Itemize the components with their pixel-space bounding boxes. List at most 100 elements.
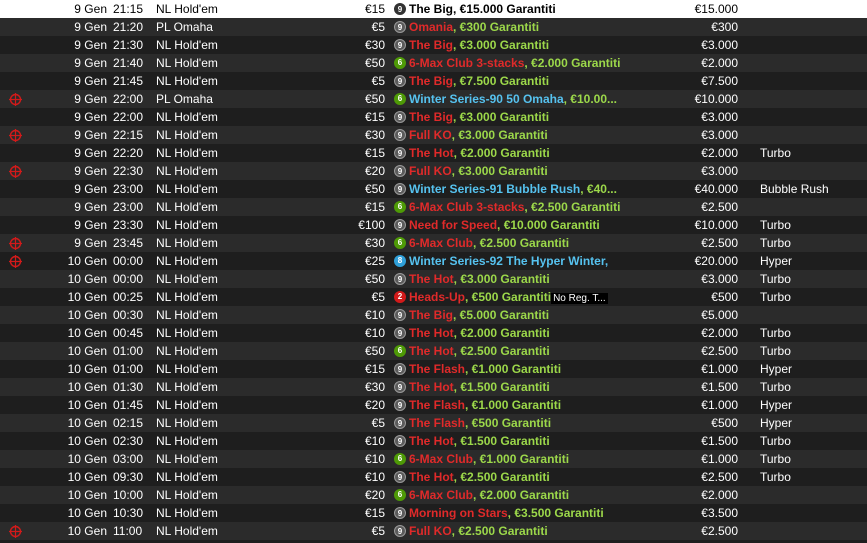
tournament-list: 9 Gen 21:15 NL Hold'em €15 9 The Big, €15.000… [0,0,867,540]
seats-badge-icon: 8 [394,254,406,267]
tournament-guarantee: €1.500 [701,380,738,394]
tournament-row[interactable]: 10 Gen 01:30 NL Hold'em €30 9 The Hot, €1.500… [0,378,867,396]
tournament-row[interactable]: 10 Gen 03:00 NL Hold'em €10 6 6-Max Club, €1.… [0,450,867,468]
crosshair-icon[interactable] [9,129,22,142]
tournament-name-cell: 9 Winter Series-91 Bubble Rush, €40... [394,180,624,198]
tournament-row[interactable]: 10 Gen 09:30 NL Hold'em €10 9 The Hot, €2.500… [0,468,867,486]
tournament-row[interactable]: 10 Gen 02:15 NL Hold'em €5 9 The Flash, €500 … [0,414,867,432]
tournament-row[interactable]: 9 Gen 22:30 NL Hold'em €20 9 Full KO, €3.000 … [0,162,867,180]
tournament-row[interactable]: 10 Gen 00:45 NL Hold'em €10 9 The Hot, €2.000… [0,324,867,342]
tournament-row[interactable]: 9 Gen 22:00 PL Omaha €50 6 Winter Series-90 5… [0,90,867,108]
seats-badge-icon: 9 [394,272,406,285]
tournament-game: NL Hold'em [156,470,218,484]
tournament-guarantee-text: , €10.000 Garantiti [497,218,600,232]
tournament-row[interactable]: 10 Gen 10:00 NL Hold'em €20 6 6-Max Club, €2.… [0,486,867,504]
seats-badge-icon: 6 [394,56,406,69]
row-icon-cell [0,342,30,360]
tournament-date: 10 Gen [67,254,107,268]
seats-badge-icon: 9 [394,398,406,411]
tournament-type [760,18,867,36]
tournament-row[interactable]: 10 Gen 10:30 NL Hold'em €15 9 Morning on Star… [0,504,867,522]
tournament-guarantee: €2.000 [701,326,738,340]
tournament-row[interactable]: 10 Gen 00:00 NL Hold'em €50 9 The Hot, €3.000… [0,270,867,288]
tournament-type: Hyper [760,398,793,412]
tournament-guarantee-text: , €3.000 Garantiti [453,110,550,124]
seats-badge-icon: 9 [394,182,406,195]
tournament-guarantee: €3.500 [701,506,738,520]
tournament-row[interactable]: 9 Gen 22:15 NL Hold'em €30 9 Full KO, €3.000 … [0,126,867,144]
tournament-guarantee: €10.000 [694,218,738,232]
tournament-guarantee-text: , €1.000 Garantiti [473,452,570,466]
tournament-row[interactable]: 10 Gen 01:00 NL Hold'em €15 9 The Flash, €1.0… [0,360,867,378]
tournament-row[interactable]: 9 Gen 23:00 NL Hold'em €15 6 6-Max Club 3-sta… [0,198,867,216]
tournament-type [760,504,867,522]
tournament-row[interactable]: 9 Gen 21:20 PL Omaha €5 9 Omania, €300 Garant… [0,18,867,36]
tournament-type: Turbo [760,146,791,160]
tournament-date: 9 Gen [74,164,107,178]
tournament-date: 9 Gen [74,56,107,70]
crosshair-icon[interactable] [9,525,22,538]
row-icon-cell [0,504,30,522]
tournament-guarantee-text: , €2.500 Garantiti [451,524,548,538]
tournament-row[interactable]: 10 Gen 11:00 NL Hold'em €5 9 Full KO, €2.500 … [0,522,867,540]
tournament-row[interactable]: 10 Gen 00:00 NL Hold'em €25 8 Winter Series-9… [0,252,867,270]
tournament-row[interactable]: 9 Gen 21:40 NL Hold'em €50 6 6-Max Club 3-sta… [0,54,867,72]
seats-badge-icon: 9 [394,164,406,177]
tournament-type [760,486,867,504]
tournament-buyin: €10 [364,452,385,466]
tournament-buyin: €50 [364,344,385,358]
tournament-row[interactable]: 10 Gen 02:30 NL Hold'em €10 9 The Hot, €1.500… [0,432,867,450]
tournament-buyin: €100 [358,218,385,232]
tournament-row[interactable]: 9 Gen 23:30 NL Hold'em €100 9 Need for Speed,… [0,216,867,234]
tournament-date: 9 Gen [74,200,107,214]
tournament-row[interactable]: 9 Gen 21:30 NL Hold'em €30 9 The Big, €3.000 … [0,36,867,54]
tournament-guarantee: €3.000 [701,110,738,124]
tournament-name: 6-Max Club [409,488,474,502]
tournament-row[interactable]: 9 Gen 22:20 NL Hold'em €15 9 The Hot, €2.000 … [0,144,867,162]
tournament-guarantee-text: , €15.000 Garantiti [453,2,556,16]
tournament-row[interactable]: 10 Gen 00:25 NL Hold'em €5 2 Heads-Up, €500 G… [0,288,867,306]
tournament-time: 01:00 [113,362,144,376]
tournament-name-cell: 9 The Flash, €1.000 Garantiti [394,396,624,414]
tournament-date: 9 Gen [74,92,107,106]
tournament-date: 10 Gen [67,290,107,304]
crosshair-icon[interactable] [9,255,22,268]
tournament-row[interactable]: 10 Gen 01:45 NL Hold'em €20 9 The Flash, €1.0… [0,396,867,414]
tournament-row[interactable]: 9 Gen 23:45 NL Hold'em €30 6 6-Max Club, €2.5… [0,234,867,252]
row-icon-cell [0,18,30,36]
tournament-name: The Hot [409,470,454,484]
tournament-row[interactable]: 9 Gen 21:45 NL Hold'em €5 9 The Big, €7.500 G… [0,72,867,90]
seats-badge-icon: 6 [394,344,406,357]
tournament-row[interactable]: 9 Gen 21:15 NL Hold'em €15 9 The Big, €15.000… [0,0,867,18]
tournament-guarantee: €2.000 [701,488,738,502]
tournament-name-cell: 6 6-Max Club, €2.500 Garantiti [394,234,624,252]
tournament-buyin: €15 [364,2,385,16]
crosshair-icon[interactable] [9,237,22,250]
tournament-date: 9 Gen [74,236,107,250]
tournament-row[interactable]: 9 Gen 22:00 NL Hold'em €15 9 The Big, €3.000 … [0,108,867,126]
tournament-row[interactable]: 10 Gen 00:30 NL Hold'em €10 9 The Big, €5.000… [0,306,867,324]
tournament-type: Turbo [760,326,791,340]
tournament-row[interactable]: 9 Gen 23:00 NL Hold'em €50 9 Winter Series-91… [0,180,867,198]
tournament-name: The Hot [409,146,454,160]
tournament-game: NL Hold'em [156,110,218,124]
crosshair-icon[interactable] [9,165,22,178]
tournament-name-cell: 9 The Flash, €500 Garantiti [394,414,624,432]
seats-badge-icon: 6 [394,452,406,465]
tournament-name-cell: 9 The Hot, €2.000 Garantiti [394,324,624,342]
tournament-name: 6-Max Club [409,200,474,214]
tournament-guarantee: €500 [711,290,738,304]
tournament-name-cell: 9 The Flash, €1.000 Garantiti [394,360,624,378]
tournament-guarantee: €15.000 [694,2,738,16]
tournament-type: Hyper [760,416,793,430]
row-icon-cell [0,126,30,144]
tournament-name-cell: 9 The Hot, €2.500 Garantiti [394,468,624,486]
tournament-name: Full KO [409,164,452,178]
tournament-date: 10 Gen [67,434,107,448]
crosshair-icon[interactable] [9,93,22,106]
tournament-row[interactable]: 10 Gen 01:00 NL Hold'em €50 6 The Hot, €2.500… [0,342,867,360]
tournament-name-cell: 6 6-Max Club, €1.000 Garantiti [394,450,624,468]
tournament-type [760,90,867,108]
tournament-date: 10 Gen [67,416,107,430]
tournament-name: The Big [409,38,453,52]
